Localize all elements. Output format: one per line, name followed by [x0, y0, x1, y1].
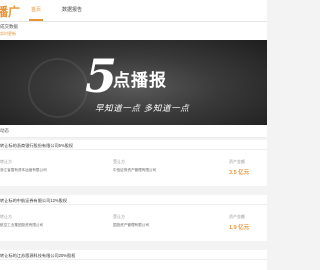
- subheader-note: 实时更新: [0, 31, 16, 36]
- banner-number: 5: [85, 49, 118, 103]
- transferor-value: 浙江省国有资本运营有限公司: [0, 168, 47, 172]
- deal-title[interactable]: 转让标的中航证券有限公司12%股权: [0, 198, 67, 204]
- deal-card-header: 转让标的中航证券有限公司12%股权: [0, 195, 267, 205]
- transferee-value: 中信证券资产管理有限公司: [113, 168, 157, 172]
- amount-label: 资产金额: [229, 159, 245, 164]
- transferee-label: 受让方: [113, 159, 125, 164]
- section-header: 动态: [0, 125, 267, 138]
- subheader: 成交数据 实时更新: [0, 22, 267, 40]
- transferor-value: 航空工业集团投资有限公司: [0, 223, 44, 227]
- amount-value: 3.5 亿元: [229, 170, 250, 176]
- section-label: 动态: [0, 128, 9, 133]
- deal-card[interactable]: 转让标的浙商银行股份有限公司5%股权 转让方 浙江省国有资本运营有限公司 受让方…: [0, 140, 267, 186]
- deal-card[interactable]: 转让标的中航证券有限公司12%股权 转让方 航空工业集团投资有限公司 受让方 国…: [0, 195, 267, 241]
- nav-active-indicator: [29, 19, 43, 21]
- transferor-label: 转让方: [0, 159, 12, 164]
- hero-banner[interactable]: 5 点播报 早知道一点 多知道一点: [0, 40, 267, 125]
- transferee-value: 国投资产管理有限公司: [113, 223, 149, 227]
- amount-value: 1.9 亿元: [229, 225, 250, 231]
- banner-slogan: 早知道一点 多知道一点: [95, 104, 190, 114]
- deal-card-header: 转让标的浙商银行股份有限公司5%股权: [0, 140, 267, 150]
- nav-item-home[interactable]: 首页: [31, 6, 41, 13]
- deal-card-header: 转让标的江苏恩源科技有限公司20%股权: [0, 250, 267, 260]
- deal-title[interactable]: 转让标的浙商银行股份有限公司5%股权: [0, 143, 73, 149]
- subheader-title: 成交数据: [0, 24, 18, 29]
- deal-title[interactable]: 转让标的江苏恩源科技有限公司20%股权: [0, 253, 75, 259]
- nav-item-data-report[interactable]: 数据报告: [62, 6, 82, 13]
- amount-label: 资产金额: [229, 214, 245, 219]
- banner-decoration: [28, 58, 88, 118]
- deal-card[interactable]: 转让标的江苏恩源科技有限公司20%股权: [0, 250, 267, 270]
- transferee-label: 受让方: [113, 214, 125, 219]
- banner-title: 点播报: [113, 71, 167, 91]
- transferor-label: 转让方: [0, 214, 12, 219]
- site-logo[interactable]: 播广: [0, 3, 20, 20]
- top-navigation-bar: 播广 首页 数据报告: [0, 0, 267, 22]
